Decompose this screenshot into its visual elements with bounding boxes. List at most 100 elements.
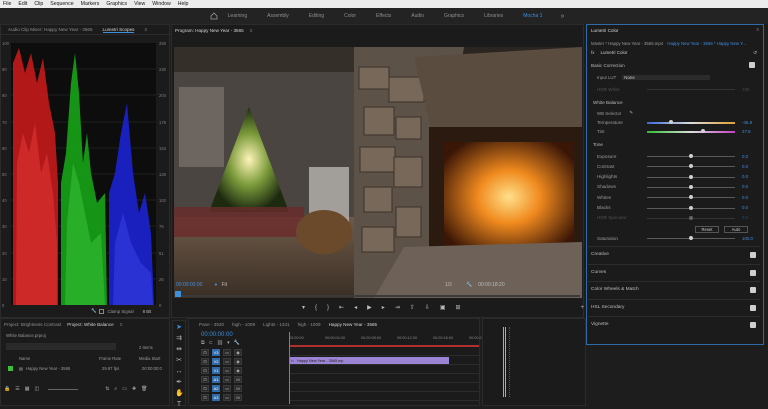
new-item-icon[interactable]: ✚ — [132, 386, 136, 392]
track-lane[interactable] — [289, 382, 479, 383]
project-row[interactable]: ▤ Happy New Year - 3565 29.97 fps 00:00:… — [1, 364, 171, 372]
selection-tool-icon[interactable]: ➤ — [175, 324, 183, 332]
export-frame-icon[interactable]: ▣ — [440, 304, 446, 311]
section-creative[interactable]: Creative — [588, 246, 760, 262]
section-color-wheels-match-checkbox[interactable] — [750, 287, 756, 293]
panel-menu-icon[interactable]: ≡ — [756, 27, 759, 32]
column-frame-rate[interactable]: Frame Rate — [99, 356, 139, 361]
list-view-icon[interactable]: ☰ — [15, 386, 19, 392]
menu-view[interactable]: View — [134, 1, 145, 7]
tab-project-white-balance[interactable]: Project: White Balance — [67, 322, 113, 327]
track-sync-icon[interactable]: ▭ — [223, 384, 231, 392]
track-lane[interactable] — [289, 400, 479, 401]
timeline-ruler[interactable]: 00:00:00 00:00:04:00 00:00:08:00 00:00:12:0… — [289, 336, 482, 344]
resolution-select[interactable]: 1/2 — [445, 282, 452, 288]
reset-button[interactable]: Reset — [695, 226, 719, 233]
extract-icon[interactable]: ⇩ — [425, 304, 430, 311]
snap-icon[interactable]: ⊂ — [209, 340, 213, 346]
workspace-tab-editing[interactable]: Editing — [299, 13, 334, 19]
track-lane[interactable] — [289, 364, 479, 365]
hand-tool-icon[interactable]: ✋ — [175, 390, 184, 398]
workspace-more-icon[interactable]: » — [552, 13, 564, 20]
tint-value[interactable]: 27.8 — [742, 129, 751, 134]
column-name[interactable]: Name — [19, 356, 99, 361]
contrast-value[interactable]: 0.0 — [742, 164, 748, 169]
menu-markers[interactable]: Markers — [81, 1, 100, 7]
section-vignette[interactable]: Vignette — [588, 316, 760, 332]
track-lock-icon[interactable]: ⊡ — [201, 366, 209, 374]
menu-help[interactable]: Help — [178, 1, 189, 7]
search-icon[interactable]: ⌕ — [114, 386, 117, 392]
eyedropper-icon[interactable]: ✎ — [629, 110, 633, 116]
timeline-tab[interactable]: high - 1009 — [232, 322, 255, 327]
eye-icon[interactable]: ◉ — [234, 348, 242, 356]
marker-icon[interactable]: ● — [214, 282, 217, 288]
section-hsl-secondary-checkbox[interactable] — [750, 304, 756, 311]
track-lock-icon[interactable]: ⊡ — [201, 348, 209, 356]
lift-icon[interactable]: ⇧ — [410, 304, 415, 311]
whites-value[interactable]: 0.0 — [742, 195, 748, 200]
track-sync-icon[interactable]: ▭ — [223, 375, 231, 383]
basic-correction-header[interactable]: Basic Correction — [591, 63, 625, 68]
temperature-value[interactable]: -46.8 — [742, 120, 752, 125]
track-sync-icon[interactable]: ▭ — [223, 366, 231, 374]
program-playhead[interactable] — [175, 291, 181, 297]
master-clip-label[interactable]: Master * Happy New Year - 3565.mp4 — [591, 41, 663, 46]
freeform-view-icon[interactable]: ◫ — [34, 386, 39, 392]
track-lane[interactable] — [289, 391, 479, 392]
input-lut-select[interactable]: None — [622, 75, 711, 80]
go-to-in-icon[interactable]: ⇤ — [339, 304, 344, 311]
track-lane[interactable] — [289, 373, 479, 374]
panel-menu-icon[interactable]: ≡ — [250, 28, 253, 33]
workspace-tab-effects[interactable]: Effects — [366, 13, 401, 19]
workspace-tab-libraries[interactable]: Libraries — [474, 13, 513, 19]
type-tool-icon[interactable]: T — [175, 401, 183, 409]
track-lock-icon[interactable]: ⊡ — [201, 384, 209, 392]
go-to-out-icon[interactable]: ⇥ — [395, 304, 400, 311]
lock-icon[interactable]: 🔒 — [4, 386, 10, 392]
section-hsl-secondary[interactable]: HSL Secondary — [588, 298, 760, 315]
highlights-slider-handle[interactable] — [689, 174, 693, 179]
track-lane[interactable] — [289, 355, 479, 356]
blacks-slider-handle[interactable] — [689, 205, 693, 210]
hdr-specular-slider-handle[interactable] — [689, 215, 693, 220]
basic-correction-checkbox[interactable] — [749, 62, 755, 68]
track-lock-icon[interactable]: ⊡ — [201, 375, 209, 383]
section-vignette-checkbox[interactable] — [750, 322, 756, 328]
hdr-white-value[interactable]: 100 — [742, 87, 749, 92]
tone-header[interactable]: Tone — [593, 142, 603, 147]
tab-audio-clip-mixer[interactable]: Audio Clip Mixer: Happy New Year - 3565 — [8, 27, 93, 32]
menu-sequence[interactable]: Sequence — [50, 1, 73, 7]
menu-edit[interactable]: Edit — [18, 1, 27, 7]
settings-wrench-icon[interactable]: 🔧 — [466, 282, 472, 288]
panel-menu-icon[interactable]: ≡ — [144, 27, 147, 32]
program-monitor-title[interactable]: Program: Happy New Year - 3565 — [175, 28, 244, 33]
menu-clip[interactable]: Clip — [34, 1, 43, 7]
wrench-icon[interactable]: 🔧 — [91, 308, 96, 314]
section-curves[interactable]: Curves — [588, 263, 760, 280]
linked-selection-icon[interactable]: ⛓ — [217, 340, 223, 346]
workspace-tab-learning[interactable]: Learning — [218, 13, 257, 19]
sequence-clip-label[interactable]: Happy New Year - 3565 * Happy New Y... — [667, 41, 746, 46]
add-marker-icon[interactable]: ▾ — [302, 304, 305, 311]
timeline-tab[interactable]: Lights - 1341 — [263, 322, 290, 327]
track-target[interactable]: A3 — [212, 393, 220, 401]
ripple-edit-tool-icon[interactable]: ⇹ — [175, 346, 183, 354]
timeline-playhead[interactable] — [289, 332, 290, 404]
step-back-icon[interactable]: ◂ — [354, 304, 357, 311]
saturation-value[interactable]: 100.0 — [742, 236, 753, 241]
auto-button[interactable]: Auto — [724, 226, 748, 233]
bit-depth-select[interactable]: 8 Bit — [143, 309, 152, 314]
mute-icon[interactable]: M — [234, 384, 242, 392]
menu-window[interactable]: Window — [152, 1, 170, 7]
saturation-slider-handle[interactable] — [689, 236, 693, 240]
workspace-tab-audio[interactable]: Audio — [401, 13, 434, 19]
white-balance-header[interactable]: White Balance — [593, 100, 623, 105]
workspace-tab-graphics[interactable]: Graphics — [434, 13, 474, 19]
exposure-value[interactable]: 0.0 — [742, 154, 748, 159]
eye-icon[interactable]: ◉ — [234, 357, 242, 365]
whites-slider-handle[interactable] — [689, 195, 693, 200]
track-lock-icon[interactable]: ⊡ — [201, 393, 209, 401]
track-sync-icon[interactable]: ▭ — [223, 393, 231, 401]
workspace-tab-assembly[interactable]: Assembly — [257, 13, 299, 19]
